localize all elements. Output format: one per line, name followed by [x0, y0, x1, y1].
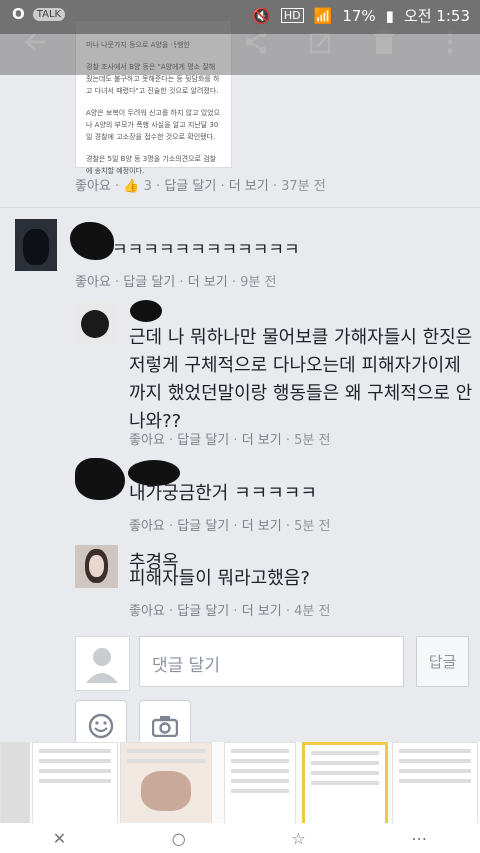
redacted-name: [130, 300, 162, 322]
battery-icon: ▮: [385, 6, 394, 25]
recent-thumbnail[interactable]: [0, 742, 30, 834]
comment-line: 까지 했었던말이랑 행동들은 왜 구체적으로 안: [129, 383, 473, 404]
comment-meta: 좋아요 · 답글 달기 · 더 보기 · 4분 전: [129, 604, 331, 619]
avatar[interactable]: [75, 302, 118, 345]
more-link[interactable]: 더 보기: [242, 604, 282, 619]
avatar[interactable]: [15, 219, 57, 271]
recent-thumbnail[interactable]: [302, 742, 388, 834]
my-avatar: [75, 636, 130, 691]
clock: 오전 1:53: [403, 7, 470, 25]
reply-link[interactable]: 답글 달기: [123, 275, 175, 290]
comment-text: ㅋㅋㅋㅋㅋㅋㅋㅋㅋㅋㅋㅋ: [112, 240, 300, 260]
comment-line: 저렇게 구체적으로 다나오는데 피해자가이제: [129, 355, 461, 376]
redacted-name: [70, 222, 114, 260]
article-paragraph: 경찰은 5일 B양 등 3명을 기소의견으로 검찰에 송치할 예정이다.: [86, 155, 217, 175]
like-link[interactable]: 좋아요: [129, 519, 165, 534]
battery-percent: 17%: [342, 6, 376, 25]
like-link[interactable]: 좋아요: [75, 275, 111, 290]
reply-link[interactable]: 답글 달기: [177, 433, 229, 448]
comment-text: 피해자들이 뭐라고했음?: [129, 568, 310, 589]
timestamp: 5분 전: [294, 433, 331, 448]
post-meta: 좋아요 · 👍 3 · 답글 달기 · 더 보기 · 37분 전: [75, 179, 326, 194]
status-bar: O TALK 🔇 HD 📶 17% ▮ 오전 1:53: [0, 0, 480, 34]
app-o-icon: O: [12, 5, 25, 23]
like-link[interactable]: 좋아요: [75, 179, 111, 194]
recent-thumbnail[interactable]: [32, 742, 118, 834]
hd-icon: HD: [280, 8, 304, 23]
wifi-icon: 📶: [313, 6, 333, 25]
timestamp: 5분 전: [294, 519, 331, 534]
more-link[interactable]: 더 보기: [229, 179, 269, 194]
reply-button[interactable]: 답글: [416, 636, 469, 687]
more-link[interactable]: 더 보기: [242, 519, 282, 534]
menu-nav-icon[interactable]: ⋯: [411, 829, 427, 848]
camera-icon: [152, 716, 178, 737]
timestamp: 4분 전: [294, 604, 331, 619]
avatar[interactable]: [75, 545, 118, 588]
comment-text: 내가궁금한거 ㅋㅋㅋㅋㅋ: [129, 483, 317, 504]
redacted-avatar: [75, 458, 125, 500]
recents-nav-icon[interactable]: ☆: [291, 829, 305, 848]
like-count: 3: [143, 179, 152, 194]
recent-thumbnail[interactable]: [224, 742, 296, 834]
mute-icon: 🔇: [252, 6, 271, 25]
comment-line: 근데 나 뭐하나만 물어보클 가해자들시 한짓은: [129, 327, 473, 348]
comment-meta: 좋아요 · 답글 달기 · 더 보기 · 5분 전: [129, 519, 331, 534]
back-nav-icon[interactable]: ✕: [53, 829, 66, 848]
article-paragraph: A양은 보복이 두려워 신고를 하지 않고 있었으나 A양의 부모가 폭행 사실…: [86, 109, 221, 141]
talk-icon: TALK: [32, 7, 66, 21]
like-count-icon: 👍: [123, 179, 140, 194]
recent-thumbnail[interactable]: [392, 742, 478, 834]
smiley-icon: [88, 713, 114, 739]
reply-link[interactable]: 답글 달기: [177, 604, 229, 619]
reply-link[interactable]: 답글 달기: [164, 179, 216, 194]
home-nav-icon[interactable]: ○: [172, 829, 186, 848]
more-link[interactable]: 더 보기: [188, 275, 228, 290]
more-link[interactable]: 더 보기: [242, 433, 282, 448]
comment-input[interactable]: 댓글 달기: [139, 636, 404, 687]
timestamp: 9분 전: [240, 275, 277, 290]
comment-text: 근데 나 뭐하나만 물어보클 가해자들시 한짓은 저렇게 구체적으로 다나오는데…: [129, 324, 472, 436]
like-link[interactable]: 좋아요: [129, 604, 165, 619]
comment-meta: 좋아요 · 답글 달기 · 더 보기 · 9분 전: [75, 275, 277, 290]
timestamp: 37분 전: [281, 179, 326, 194]
recent-apps-strip: [0, 742, 480, 836]
reply-link[interactable]: 답글 달기: [177, 519, 229, 534]
comment-meta: 좋아요 · 답글 달기 · 더 보기 · 5분 전: [129, 433, 331, 448]
system-nav-bar: ✕ ○ ☆ ⋯: [0, 823, 480, 853]
recent-thumbnail[interactable]: [120, 742, 212, 834]
like-link[interactable]: 좋아요: [129, 433, 165, 448]
divider: [0, 207, 480, 208]
default-avatar-icon: [86, 648, 118, 683]
